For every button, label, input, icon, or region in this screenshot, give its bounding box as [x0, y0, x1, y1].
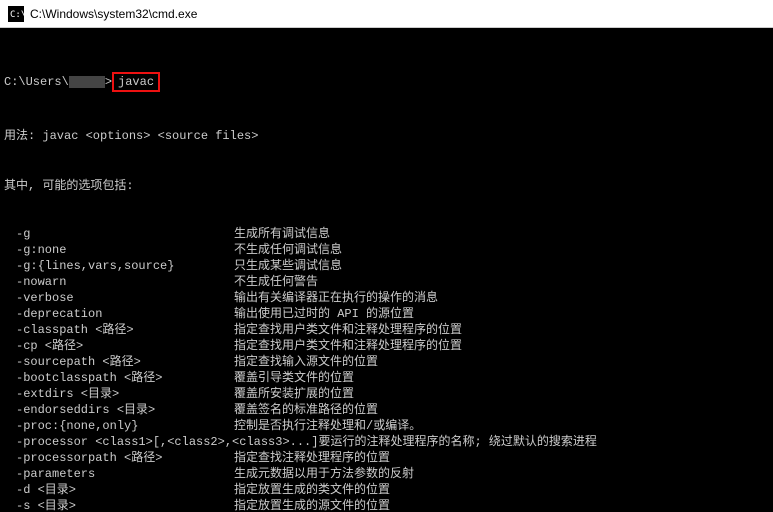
options-list: -g生成所有调试信息-g:none不生成任何调试信息-g:{lines,vars… — [4, 226, 769, 512]
terminal[interactable]: C:\Users\ > javac 用法: javac <options> <sou… — [0, 28, 773, 512]
option-row: -parameters生成元数据以用于方法参数的反射 — [4, 466, 769, 482]
option-desc: 只生成某些调试信息 — [234, 258, 769, 274]
option-row: -proc:{none,only}控制是否执行注释处理和/或编译。 — [4, 418, 769, 434]
option-flag: -processor <class1>[,<class2>,<class3>..… — [4, 434, 318, 450]
option-row: -classpath <路径>指定查找用户类文件和注释处理程序的位置 — [4, 322, 769, 338]
option-desc: 生成元数据以用于方法参数的反射 — [234, 466, 769, 482]
option-row: -cp <路径>指定查找用户类文件和注释处理程序的位置 — [4, 338, 769, 354]
intro-line: 其中, 可能的选项包括: — [4, 178, 769, 194]
option-row: -deprecation输出使用已过时的 API 的源位置 — [4, 306, 769, 322]
option-flag: -s <目录> — [4, 498, 234, 512]
masked-username — [69, 76, 105, 88]
option-desc: 不生成任何调试信息 — [234, 242, 769, 258]
option-flag: -extdirs <目录> — [4, 386, 234, 402]
option-flag: -classpath <路径> — [4, 322, 234, 338]
option-row: -bootclasspath <路径>覆盖引导类文件的位置 — [4, 370, 769, 386]
usage-line: 用法: javac <options> <source files> — [4, 128, 769, 144]
option-flag: -proc:{none,only} — [4, 418, 234, 434]
option-row: -g:{lines,vars,source}只生成某些调试信息 — [4, 258, 769, 274]
option-flag: -parameters — [4, 466, 234, 482]
option-row: -endorseddirs <目录>覆盖签名的标准路径的位置 — [4, 402, 769, 418]
option-flag: -g — [4, 226, 234, 242]
option-row: -extdirs <目录>覆盖所安装扩展的位置 — [4, 386, 769, 402]
option-desc: 控制是否执行注释处理和/或编译。 — [234, 418, 769, 434]
option-desc: 指定查找注释处理程序的位置 — [234, 450, 769, 466]
svg-text:C:\: C:\ — [10, 10, 24, 20]
command-highlight: javac — [112, 72, 160, 92]
option-flag: -endorseddirs <目录> — [4, 402, 234, 418]
titlebar: C:\ C:\Windows\system32\cmd.exe — [0, 0, 773, 28]
option-desc: 输出使用已过时的 API 的源位置 — [234, 306, 769, 322]
option-desc: 指定查找输入源文件的位置 — [234, 354, 769, 370]
option-flag: -sourcepath <路径> — [4, 354, 234, 370]
option-row: -g:none不生成任何调试信息 — [4, 242, 769, 258]
option-flag: -d <目录> — [4, 482, 234, 498]
option-desc: 覆盖引导类文件的位置 — [234, 370, 769, 386]
option-desc: 不生成任何警告 — [234, 274, 769, 290]
option-row: -nowarn不生成任何警告 — [4, 274, 769, 290]
option-row: -processor <class1>[,<class2>,<class3>..… — [4, 434, 769, 450]
option-flag: -nowarn — [4, 274, 234, 290]
option-desc: 指定查找用户类文件和注释处理程序的位置 — [234, 338, 769, 354]
prompt-line: C:\Users\ > javac — [4, 72, 769, 92]
option-desc: 指定放置生成的类文件的位置 — [234, 482, 769, 498]
option-row: -s <目录>指定放置生成的源文件的位置 — [4, 498, 769, 512]
option-flag: -processorpath <路径> — [4, 450, 234, 466]
option-row: -d <目录>指定放置生成的类文件的位置 — [4, 482, 769, 498]
option-flag: -deprecation — [4, 306, 234, 322]
option-flag: -cp <路径> — [4, 338, 234, 354]
option-row: -processorpath <路径>指定查找注释处理程序的位置 — [4, 450, 769, 466]
option-desc: 指定放置生成的源文件的位置 — [234, 498, 769, 512]
option-flag: -g:none — [4, 242, 234, 258]
option-desc: 覆盖签名的标准路径的位置 — [234, 402, 769, 418]
window-title: C:\Windows\system32\cmd.exe — [30, 7, 197, 21]
option-row: -g生成所有调试信息 — [4, 226, 769, 242]
option-desc: 指定查找用户类文件和注释处理程序的位置 — [234, 322, 769, 338]
command-text: javac — [118, 75, 154, 89]
cmd-icon: C:\ — [8, 6, 24, 22]
option-desc: 生成所有调试信息 — [234, 226, 769, 242]
option-desc: 覆盖所安装扩展的位置 — [234, 386, 769, 402]
prompt-suffix: > — [105, 75, 112, 89]
option-flag: -bootclasspath <路径> — [4, 370, 234, 386]
option-flag: -g:{lines,vars,source} — [4, 258, 234, 274]
option-flag: -verbose — [4, 290, 234, 306]
option-row: -verbose输出有关编译器正在执行的操作的消息 — [4, 290, 769, 306]
option-row: -sourcepath <路径>指定查找输入源文件的位置 — [4, 354, 769, 370]
option-desc: 输出有关编译器正在执行的操作的消息 — [234, 290, 769, 306]
prompt-prefix: C:\Users\ — [4, 75, 69, 89]
option-desc: 要运行的注释处理程序的名称; 绕过默认的搜索进程 — [318, 434, 769, 450]
